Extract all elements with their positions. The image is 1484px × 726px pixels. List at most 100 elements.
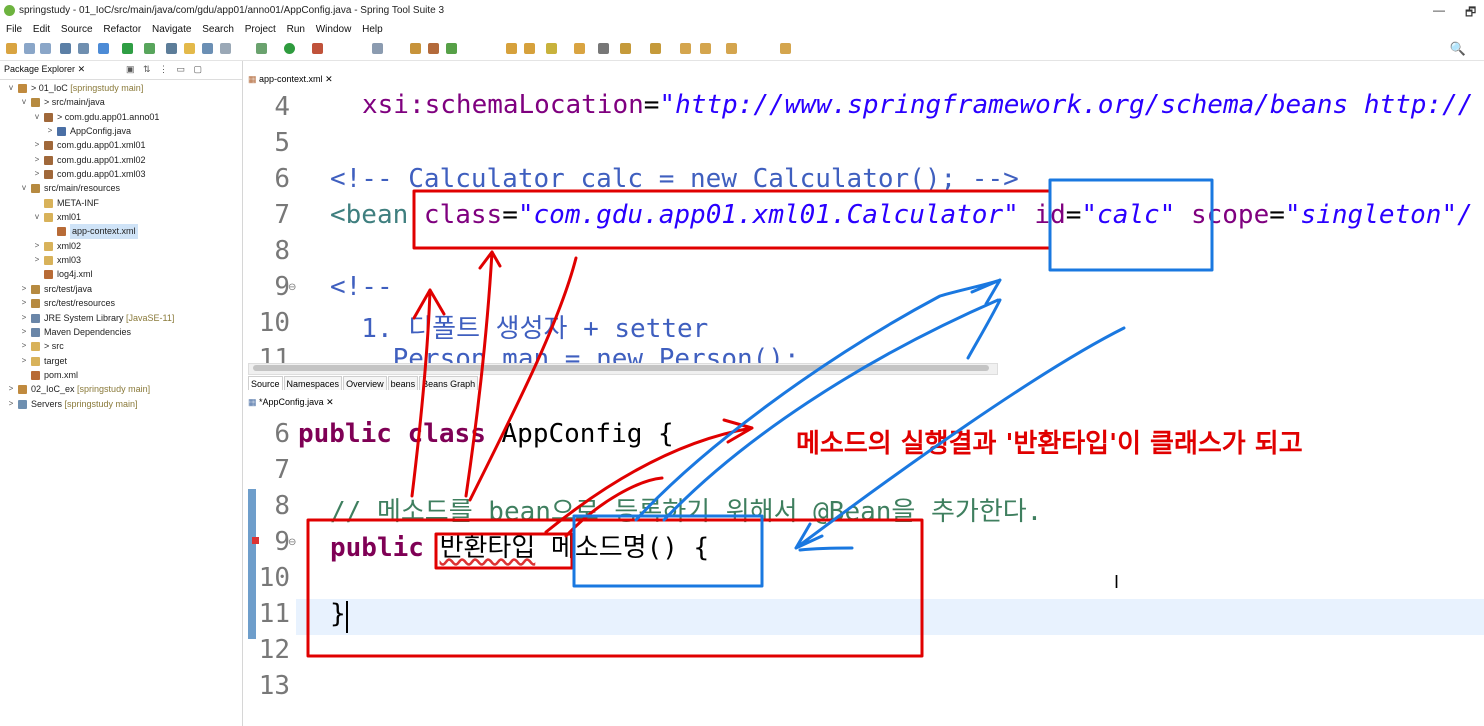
annotation-icon[interactable] (598, 43, 609, 54)
refresh-icon[interactable] (144, 43, 155, 54)
tree-item[interactable]: > com.gdu.app01.xml02 (0, 153, 242, 167)
tree-item[interactable]: > src/test/resources (0, 296, 242, 310)
tree-item[interactable]: v > 01_IoC [springstudy main] (0, 81, 242, 95)
new-icon[interactable] (6, 43, 17, 54)
forward-icon[interactable] (726, 43, 737, 54)
editor-tab-app-context[interactable]: ▦ app-context.xml ✕ (248, 70, 333, 88)
fold-icon[interactable]: ⊖ (288, 537, 296, 548)
tree-item[interactable]: > xml02 (0, 239, 242, 253)
chevron-right-icon[interactable]: > (19, 311, 29, 325)
tree-item[interactable]: v > com.gdu.app01.anno01 (0, 110, 242, 124)
close-icon[interactable]: ✕ (325, 74, 333, 84)
new-java-project-icon[interactable] (410, 43, 421, 54)
tree-item[interactable]: > Servers [springstudy main] (0, 397, 242, 411)
prev-annotation-icon[interactable] (650, 43, 661, 54)
close-icon[interactable]: ✕ (326, 397, 334, 407)
tree-item[interactable]: > com.gdu.app01.xml01 (0, 138, 242, 152)
show-whitespace-icon[interactable] (220, 43, 231, 54)
menu-search[interactable]: Search (202, 22, 234, 38)
folder-tool-icon[interactable] (574, 43, 585, 54)
skip-breakpoints-icon[interactable] (98, 43, 109, 54)
highlight-icon[interactable] (184, 43, 195, 54)
tree-item[interactable]: > > src (0, 339, 242, 353)
chevron-right-icon[interactable]: > (19, 339, 29, 353)
chevron-down-icon[interactable]: v (32, 110, 42, 124)
menu-navigate[interactable]: Navigate (152, 22, 191, 38)
open-task-icon[interactable] (524, 43, 535, 54)
menu-source[interactable]: Source (61, 22, 93, 38)
tab-overview[interactable]: Overview (343, 376, 387, 390)
chevron-right-icon[interactable]: > (32, 138, 42, 152)
menu-help[interactable]: Help (362, 22, 383, 38)
open-type-icon[interactable] (506, 43, 517, 54)
scrollbar-thumb[interactable] (253, 365, 989, 371)
save-icon[interactable] (24, 43, 35, 54)
minimize-button[interactable]: — (1433, 3, 1445, 17)
tree-item[interactable]: v src/main/resources (0, 181, 242, 195)
tab-beans-graph[interactable]: Beans Graph (419, 376, 479, 390)
chevron-right-icon[interactable]: > (32, 153, 42, 167)
run-icon[interactable] (284, 43, 295, 54)
tree-item[interactable]: > target (0, 354, 242, 368)
search-icon[interactable]: 🔍 (1450, 41, 1466, 57)
block-select-icon[interactable] (202, 43, 213, 54)
pin-icon[interactable] (166, 43, 177, 54)
horizontal-scrollbar[interactable] (248, 363, 998, 375)
xml-editor[interactable]: 4 xsi:schemaLocation="http://www.springf… (248, 88, 1484, 363)
chevron-down-icon[interactable]: v (6, 81, 16, 95)
menu-file[interactable]: File (6, 22, 22, 38)
chevron-right-icon[interactable]: > (45, 124, 55, 138)
search-tool-icon[interactable] (546, 43, 557, 54)
tree-item[interactable]: > com.gdu.app01.xml03 (0, 167, 242, 181)
tree-item[interactable]: log4j.xml (0, 267, 242, 281)
tree-item[interactable]: > xml03 (0, 253, 242, 267)
menu-window[interactable]: Window (316, 22, 352, 38)
debug-icon[interactable] (256, 43, 267, 54)
tree-item[interactable]: > src/test/java (0, 282, 242, 296)
chevron-right-icon[interactable]: > (32, 239, 42, 253)
chevron-down-icon[interactable]: v (19, 95, 29, 109)
tree-item[interactable]: v xml01 (0, 210, 242, 224)
last-edit-icon[interactable] (680, 43, 691, 54)
restore-button[interactable]: 🗗 (1465, 3, 1476, 24)
chevron-right-icon[interactable]: > (6, 397, 16, 411)
chevron-right-icon[interactable]: > (19, 282, 29, 296)
close-icon[interactable]: ✕ (78, 64, 86, 74)
tab-namespaces[interactable]: Namespaces (283, 376, 343, 390)
external-tools-icon[interactable] (312, 43, 323, 54)
tree-item[interactable]: v > src/main/java (0, 95, 242, 109)
tab-beans[interactable]: beans (387, 376, 419, 390)
back-icon[interactable] (700, 43, 711, 54)
menu-refactor[interactable]: Refactor (103, 22, 141, 38)
terminal-icon[interactable] (78, 43, 89, 54)
new-class-icon[interactable] (446, 43, 457, 54)
chevron-right-icon[interactable]: > (32, 253, 42, 267)
fold-icon[interactable]: ⊖ (288, 282, 296, 293)
tree-item[interactable]: app-context.xml (0, 224, 242, 239)
tree-item[interactable]: > AppConfig.java (0, 124, 242, 138)
chevron-right-icon[interactable]: > (19, 354, 29, 368)
new-package-icon[interactable] (428, 43, 439, 54)
view-toolbar[interactable]: ▣ ⇅ ⋮ ▭ ▢ (126, 64, 205, 75)
pin-editor-icon[interactable] (780, 43, 791, 54)
spring-boot-icon[interactable] (122, 43, 133, 54)
java-editor[interactable]: 6 public class AppConfig { 7 8 // 메소드를 b… (244, 415, 1484, 718)
chevron-down-icon[interactable]: v (19, 181, 29, 195)
save-all-icon[interactable] (40, 43, 51, 54)
tree-item[interactable]: pom.xml (0, 368, 242, 382)
tree-item[interactable]: META-INF (0, 196, 242, 210)
next-annotation-icon[interactable] (620, 43, 631, 54)
chevron-right-icon[interactable]: > (19, 325, 29, 339)
tree-item[interactable]: > Maven Dependencies (0, 325, 242, 339)
editor-tab-appconfig[interactable]: ▦ *AppConfig.java ✕ (248, 397, 334, 415)
chevron-right-icon[interactable]: > (19, 296, 29, 310)
print-icon[interactable] (60, 43, 71, 54)
tree-item[interactable]: > JRE System Library [JavaSE-11] (0, 311, 242, 325)
chevron-right-icon[interactable]: > (6, 382, 16, 396)
chevron-down-icon[interactable]: v (32, 210, 42, 224)
server-icon[interactable] (372, 43, 383, 54)
menu-edit[interactable]: Edit (33, 22, 50, 38)
error-icon[interactable] (252, 537, 259, 544)
menu-run[interactable]: Run (287, 22, 305, 38)
chevron-right-icon[interactable]: > (32, 167, 42, 181)
